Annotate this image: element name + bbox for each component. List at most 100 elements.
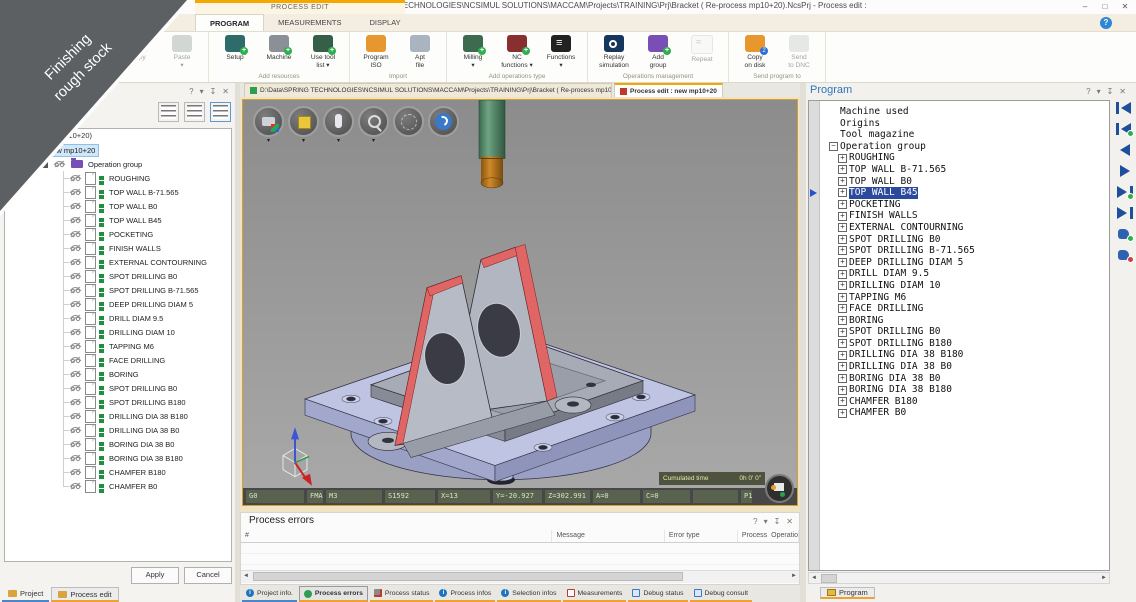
chevron-down-icon[interactable]: ▾ xyxy=(337,138,340,144)
hidden-eye-icon[interactable] xyxy=(69,216,82,224)
go-last-icon[interactable] xyxy=(1116,206,1133,220)
operation-row[interactable]: CHAMFER B180 xyxy=(5,465,231,479)
program-tree[interactable]: Machine used Origins Tool magazine Opera… xyxy=(808,100,1110,571)
panel-close-icon[interactable]: ✕ xyxy=(1119,87,1126,96)
bottom-tab[interactable]: Process status xyxy=(370,586,434,602)
tab-simulation-view[interactable]: D:\Data\SPRING TECHNOLOGIES\NCSIMUL SOLU… xyxy=(244,83,612,97)
hidden-eye-icon[interactable] xyxy=(69,244,82,252)
machine-status-icon[interactable] xyxy=(765,474,794,503)
hidden-eye-icon[interactable] xyxy=(69,482,82,490)
expand-icon[interactable] xyxy=(838,374,847,383)
hidden-eye-icon[interactable] xyxy=(69,174,82,182)
hidden-eye-icon[interactable] xyxy=(69,440,82,448)
ribbon-button[interactable]: Copy on disk xyxy=(735,34,775,72)
bottom-tab[interactable]: Measurements xyxy=(563,586,627,602)
expand-icon[interactable] xyxy=(838,362,847,371)
output-add-icon[interactable] xyxy=(1116,227,1133,241)
column-header[interactable]: Message xyxy=(552,530,664,542)
program-operation-row[interactable]: DRILLING DIA 38 B180 xyxy=(820,349,1109,361)
program-operation-row[interactable]: BORING xyxy=(820,315,1109,327)
hidden-eye-icon[interactable] xyxy=(69,300,82,308)
ribbon-button[interactable]: Functions ▾ xyxy=(541,34,581,72)
expand-icon[interactable] xyxy=(838,339,847,348)
program-operation-row[interactable]: TAPPING M6 xyxy=(820,292,1109,304)
panel-help-icon[interactable]: ? xyxy=(753,517,757,526)
operation-row[interactable]: SPOT DRILLING B180 xyxy=(5,395,231,409)
refresh-icon[interactable] xyxy=(428,106,459,137)
ribbon-button[interactable]: Program ISO xyxy=(356,34,396,72)
expand-icon[interactable] xyxy=(838,397,847,406)
column-header[interactable]: # xyxy=(241,530,552,542)
go-next-op-icon[interactable] xyxy=(1116,185,1133,199)
hidden-eye-icon[interactable] xyxy=(69,398,82,406)
expand-icon[interactable] xyxy=(838,200,847,209)
ribbon-button[interactable]: Repeat xyxy=(682,34,722,72)
program-group-row[interactable]: Operation group xyxy=(820,141,1109,153)
operation-row[interactable]: ROUGHING xyxy=(5,171,231,185)
panel-tab[interactable]: Project xyxy=(2,587,49,602)
operation-row[interactable]: SPOT DRILLING B0 xyxy=(5,381,231,395)
program-operation-row[interactable]: TOP WALL B0 xyxy=(820,176,1109,188)
operation-row[interactable]: EXTERNAL CONTOURNING xyxy=(5,255,231,269)
expand-icon[interactable] xyxy=(838,316,847,325)
program-operation-row[interactable]: BORING DIA 38 B0 xyxy=(820,373,1109,385)
expand-icon[interactable] xyxy=(838,235,847,244)
program-static-row[interactable]: Origins xyxy=(820,118,1109,130)
ribbon-tab[interactable]: PROGRAM xyxy=(195,14,264,31)
ribbon-button[interactable]: Replay simulation xyxy=(594,34,634,72)
expand-icon[interactable] xyxy=(838,293,847,302)
program-operation-row[interactable]: FACE DRILLING xyxy=(820,303,1109,315)
bottom-tab[interactable]: Debug consult xyxy=(690,586,752,602)
close-button[interactable]: ✕ xyxy=(1116,0,1134,13)
scrollbar-thumb[interactable] xyxy=(253,572,683,581)
program-operation-row[interactable]: POCKETING xyxy=(820,199,1109,211)
panel-close-icon[interactable]: ✕ xyxy=(222,87,229,96)
bottom-tab[interactable]: Process infos xyxy=(435,586,495,602)
expand-icon[interactable] xyxy=(838,165,847,174)
operation-row[interactable]: TOP WALL B45 xyxy=(5,213,231,227)
ribbon-button[interactable]: Use tool list ▾ xyxy=(303,34,343,72)
zoom-icon[interactable] xyxy=(358,106,389,137)
tool-icon[interactable] xyxy=(323,106,354,137)
hidden-eye-icon[interactable] xyxy=(69,412,82,420)
program-static-row[interactable]: Machine used xyxy=(820,106,1109,118)
scroll-right-icon[interactable]: ► xyxy=(789,571,799,582)
column-header[interactable]: Operatio xyxy=(767,530,799,542)
collapse-icon[interactable] xyxy=(829,142,838,151)
ribbon-button[interactable]: Paste ▾ xyxy=(162,34,202,79)
hidden-eye-icon[interactable] xyxy=(69,454,82,462)
expand-icon[interactable] xyxy=(838,212,847,221)
panel-pin-icon[interactable]: ↧ xyxy=(774,517,781,526)
panel-close-icon[interactable]: ✕ xyxy=(786,517,793,526)
column-header[interactable]: Process xyxy=(738,530,767,542)
ribbon-button[interactable]: Milling ▾ xyxy=(453,34,493,72)
operation-row[interactable]: DRILL DIAM 9.5 xyxy=(5,311,231,325)
hidden-eye-icon[interactable] xyxy=(69,258,82,266)
expand-icon[interactable] xyxy=(838,223,847,232)
go-previous-op-icon[interactable] xyxy=(1116,122,1133,136)
expand-icon[interactable] xyxy=(838,386,847,395)
ribbon-button[interactable]: Send to DNC xyxy=(779,34,819,72)
operation-row[interactable]: SPOT DRILLING B-71.565 xyxy=(5,283,231,297)
go-first-icon[interactable] xyxy=(1116,101,1133,115)
operation-row[interactable]: DRILLING DIAM 10 xyxy=(5,325,231,339)
panel-pin-icon[interactable]: ↧ xyxy=(1107,87,1114,96)
expand-icon[interactable] xyxy=(838,258,847,267)
program-operation-row[interactable]: DEEP DRILLING DIAM 5 xyxy=(820,257,1109,269)
program-operation-row[interactable]: CHAMFER B0 xyxy=(820,407,1109,419)
program-operation-row[interactable]: ROUGHING xyxy=(820,152,1109,164)
tab-program[interactable]: Program xyxy=(820,587,875,599)
ghost-stock-icon[interactable] xyxy=(393,106,424,137)
operation-row[interactable]: DRILLING DIA 38 B180 xyxy=(5,409,231,423)
scroll-left-icon[interactable]: ◄ xyxy=(809,573,819,584)
hidden-eye-icon[interactable] xyxy=(69,202,82,210)
operation-row[interactable]: CHAMFER B0 xyxy=(5,479,231,493)
hidden-eye-icon[interactable] xyxy=(69,468,82,476)
program-static-row[interactable]: Tool magazine xyxy=(820,129,1109,141)
hidden-eye-icon[interactable] xyxy=(69,342,82,350)
operation-row[interactable]: TOP WALL B-71.565 xyxy=(5,185,231,199)
bottom-tab[interactable]: Selection infos xyxy=(497,586,560,602)
hidden-eye-icon[interactable] xyxy=(69,286,82,294)
ribbon-tab[interactable]: DISPLAY xyxy=(356,14,415,31)
program-operation-row[interactable]: SPOT DRILLING B0 xyxy=(820,326,1109,338)
